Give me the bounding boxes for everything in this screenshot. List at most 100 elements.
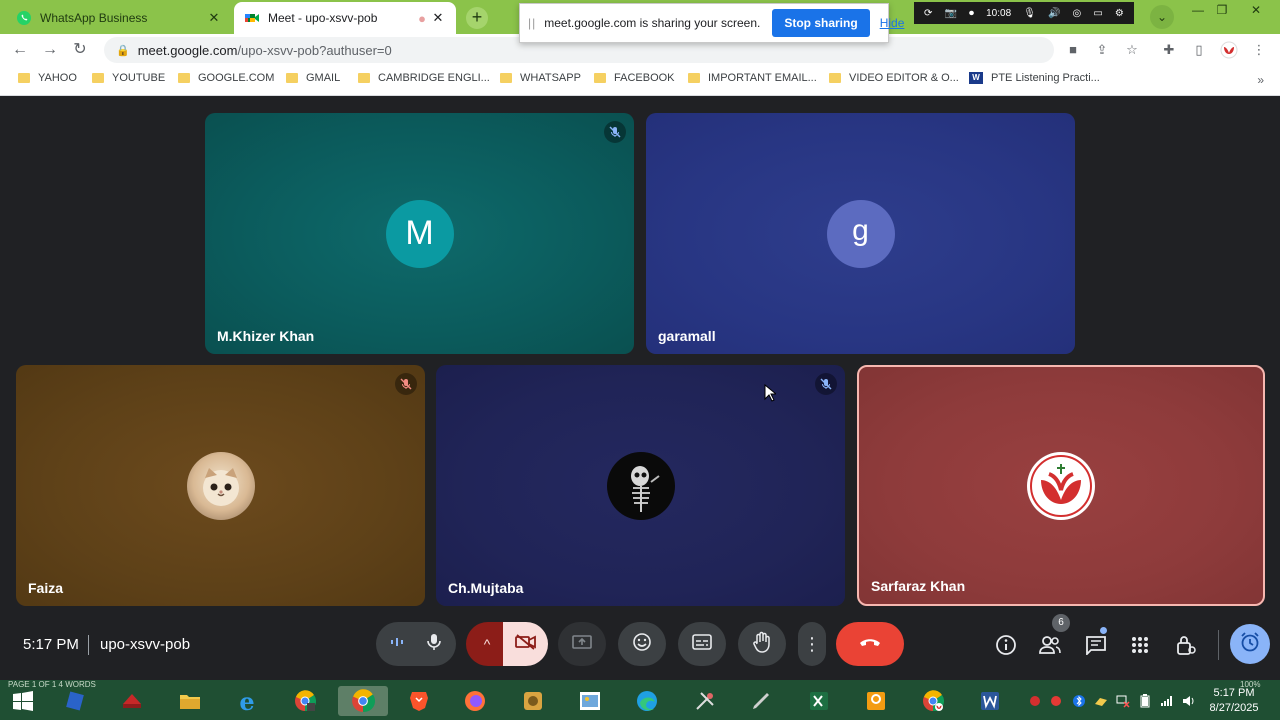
- close-tab-icon[interactable]: ✕: [206, 10, 222, 26]
- captions-button[interactable]: [678, 622, 726, 666]
- bookmark-item[interactable]: VIDEO EDITOR & O...: [829, 72, 959, 84]
- timer-button[interactable]: [1230, 624, 1270, 664]
- app-icon-gold[interactable]: [518, 686, 548, 716]
- battery-icon[interactable]: [1138, 694, 1152, 708]
- tab-title: WhatsApp Business: [40, 11, 148, 25]
- firefox-icon[interactable]: [460, 686, 490, 716]
- screen-share-banner: || meet.google.com is sharing your scree…: [519, 3, 904, 43]
- reactions-button[interactable]: [618, 622, 666, 666]
- tab-whatsapp[interactable]: WhatsApp Business ✕: [6, 2, 232, 34]
- more-options-button[interactable]: ⋮: [798, 622, 826, 666]
- share-icon[interactable]: ⇪: [1093, 41, 1111, 59]
- bookmark-item[interactable]: GOOGLE.COM: [178, 72, 274, 84]
- tab-search-chevron-icon[interactable]: ⌄: [1150, 5, 1174, 29]
- participant-name: garamall: [658, 328, 716, 344]
- raise-hand-button[interactable]: [738, 622, 786, 666]
- back-arrow-icon[interactable]: ←: [9, 39, 31, 61]
- word-icon[interactable]: [975, 686, 1005, 716]
- hang-up-icon: [858, 635, 882, 653]
- bookmark-item[interactable]: WHATSAPP: [500, 72, 581, 84]
- captions-icon: [692, 633, 712, 655]
- record-red-icon[interactable]: [1028, 694, 1042, 708]
- internet-explorer-icon[interactable]: e: [232, 686, 262, 716]
- microphone-icon[interactable]: [426, 633, 442, 656]
- screen-icon[interactable]: ▭: [1093, 8, 1102, 19]
- drag-handle-icon[interactable]: ||: [528, 16, 536, 30]
- chrome-profile-icon[interactable]: [918, 686, 948, 716]
- bookmark-item[interactable]: IMPORTANT EMAIL...: [688, 72, 817, 84]
- bookmark-item[interactable]: GMAIL: [286, 72, 340, 84]
- record-red-icon[interactable]: [1049, 694, 1063, 708]
- forward-arrow-icon[interactable]: →: [39, 39, 61, 61]
- kebab-menu-icon[interactable]: ⋮: [1250, 41, 1268, 59]
- excel-icon[interactable]: [804, 686, 834, 716]
- chrome-taskbar-icon[interactable]: [338, 686, 388, 716]
- present-button[interactable]: [558, 622, 606, 666]
- file-explorer-icon[interactable]: [175, 686, 205, 716]
- participant-tile-speaking[interactable]: Sarfaraz Khan: [857, 365, 1265, 606]
- participant-tile[interactable]: Faiza: [16, 365, 425, 606]
- w-logo-icon: W: [969, 72, 983, 84]
- camera-in-use-icon[interactable]: ■: [1064, 41, 1082, 59]
- rotate-icon[interactable]: ⟳: [924, 8, 932, 19]
- app-icon-pen[interactable]: [746, 686, 776, 716]
- stop-sharing-button[interactable]: Stop sharing: [772, 9, 870, 37]
- chevron-up-icon: ^: [483, 636, 491, 652]
- host-controls-lock-icon[interactable]: [1173, 632, 1199, 658]
- network-error-icon[interactable]: [1116, 694, 1130, 708]
- camera-toggle-button[interactable]: [503, 622, 548, 666]
- app-icon-tools[interactable]: [690, 686, 720, 716]
- hide-link[interactable]: Hide: [880, 16, 905, 30]
- system-clock[interactable]: 5:17 PM 8/27/2025: [1206, 686, 1262, 716]
- participant-tile[interactable]: g garamall: [646, 113, 1075, 354]
- more-bookmarks-icon[interactable]: »: [1257, 73, 1264, 87]
- activities-grid-icon[interactable]: [1127, 632, 1153, 658]
- edge-icon[interactable]: [632, 686, 662, 716]
- camera-icon[interactable]: 📷: [945, 8, 957, 19]
- bookmark-item[interactable]: YOUTUBE: [92, 72, 165, 84]
- antivirus-icon[interactable]: [1094, 694, 1108, 708]
- bookmark-item[interactable]: W PTE Listening Practi...: [969, 72, 1100, 84]
- side-panel-icon[interactable]: ▯: [1190, 41, 1208, 59]
- lock-icon[interactable]: 🔒: [116, 44, 130, 57]
- windows-start-icon[interactable]: [8, 686, 38, 716]
- bookmark-item[interactable]: FACEBOOK: [594, 72, 675, 84]
- wifi-signal-icon[interactable]: [1160, 694, 1174, 708]
- app-icon-red[interactable]: [117, 686, 147, 716]
- leave-call-button[interactable]: [836, 622, 904, 666]
- bookmark-item[interactable]: YAHOO: [18, 72, 77, 84]
- gear-icon[interactable]: ⚙: [1115, 8, 1124, 19]
- bookmark-item[interactable]: CAMBRIDGE ENGLI...: [358, 72, 490, 84]
- participant-tile[interactable]: M M.Khizer Khan: [205, 113, 634, 354]
- recorder-time: 10:08: [986, 7, 1012, 19]
- microphone-icon[interactable]: 🎙: [1023, 8, 1036, 19]
- chrome-profile-b-icon[interactable]: [290, 686, 320, 716]
- people-icon[interactable]: [1037, 632, 1063, 658]
- participant-count-badge: 6: [1052, 614, 1070, 632]
- profile-avatar-icon[interactable]: [1220, 41, 1238, 59]
- brave-icon[interactable]: [404, 686, 434, 716]
- extensions-puzzle-icon[interactable]: ✚: [1160, 41, 1178, 59]
- whatsapp-icon: [16, 10, 32, 26]
- app-icon-blue[interactable]: [60, 686, 90, 716]
- bookmarks-bar: YAHOO YOUTUBE GOOGLE.COM GMAIL CAMBRIDGE…: [0, 66, 1280, 96]
- bookmark-star-icon[interactable]: ☆: [1123, 41, 1141, 59]
- record-icon[interactable]: ⏺: [969, 8, 974, 19]
- pdf-app-icon[interactable]: [861, 686, 891, 716]
- webcam-icon[interactable]: ◎: [1073, 8, 1082, 19]
- bluetooth-icon[interactable]: [1072, 694, 1086, 708]
- paint-icon[interactable]: [575, 686, 605, 716]
- new-tab-button[interactable]: +: [466, 7, 488, 29]
- tab-meet[interactable]: Meet - upo-xsvv-pob ● ✕: [234, 2, 456, 34]
- reload-icon[interactable]: ↻: [69, 39, 91, 61]
- close-tab-icon[interactable]: ✕: [430, 10, 446, 26]
- camera-options-chevron[interactable]: ^: [466, 622, 508, 666]
- close-window-icon[interactable]: ✕: [1240, 0, 1272, 22]
- meeting-code: upo-xsvv-pob: [100, 636, 191, 653]
- participant-tile[interactable]: Ch.Mujtaba: [436, 365, 845, 606]
- restore-icon[interactable]: ❐: [1206, 0, 1238, 22]
- meeting-details-icon[interactable]: [993, 632, 1019, 658]
- chat-icon[interactable]: [1083, 632, 1109, 658]
- speaker-icon[interactable]: 🔊: [1048, 8, 1060, 19]
- volume-icon[interactable]: [1182, 694, 1196, 708]
